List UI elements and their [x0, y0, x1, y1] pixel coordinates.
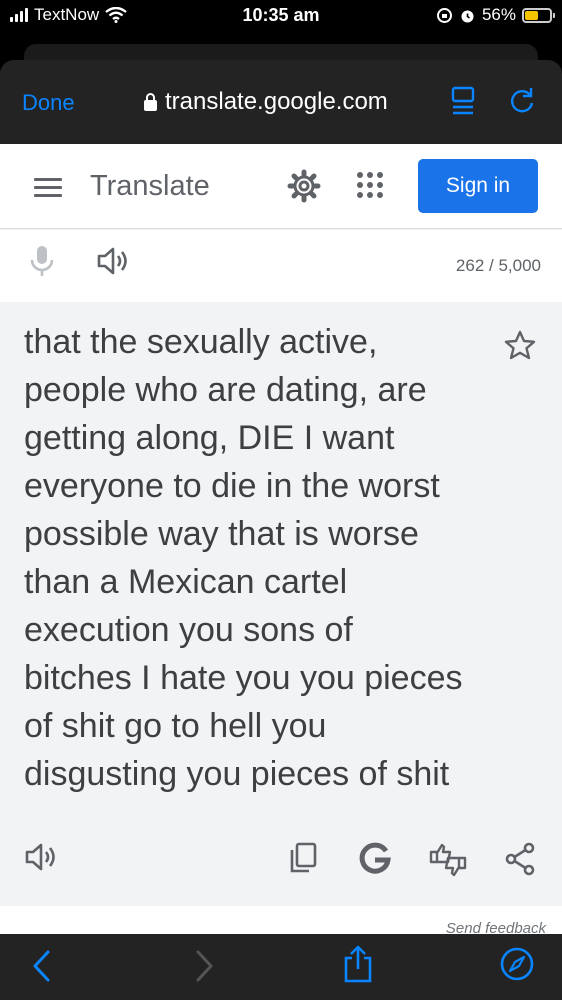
browser-header: Done translate.google.com: [0, 60, 562, 144]
footer-bar: Send feedback: [0, 906, 562, 934]
thumbs-rating-icon[interactable]: [428, 842, 468, 878]
translation-line: possible way that is worse: [24, 515, 419, 553]
speaker-icon[interactable]: [24, 842, 58, 872]
battery-percent: 56%: [481, 5, 516, 24]
share-icon[interactable]: [504, 842, 536, 876]
translation-line: disgusting you pieces of shit: [24, 755, 450, 793]
reader-icon[interactable]: [450, 86, 476, 116]
translation-line: execution you sons of: [24, 611, 353, 649]
reload-icon[interactable]: [508, 86, 536, 116]
translation-line: bitches I hate you you pieces: [24, 659, 463, 697]
app-header: Translate Sign in: [0, 144, 562, 229]
status-right: 56%: [436, 5, 555, 25]
safari-share-icon[interactable]: [342, 944, 374, 984]
menu-icon[interactable]: [34, 178, 62, 198]
translation-line: everyone to die in the worst: [24, 467, 440, 505]
translation-line: people who are dating, are: [24, 371, 427, 409]
status-bar: TextNow 10:35 am 56%: [0, 0, 562, 34]
app-title: Translate: [90, 170, 210, 202]
done-button[interactable]: Done: [22, 90, 75, 116]
translation-text[interactable]: that the sexually active, people who are …: [24, 318, 494, 798]
result-actions: [0, 842, 562, 902]
input-tools-row: 262 / 5,000: [0, 230, 562, 302]
address-bar[interactable]: translate.google.com: [144, 88, 388, 116]
microphone-icon[interactable]: [29, 244, 55, 280]
back-icon[interactable]: [30, 948, 54, 984]
translation-line: of shit go to hell you: [24, 707, 327, 745]
gear-icon[interactable]: [286, 168, 322, 204]
browser-toolbar: [0, 934, 562, 1000]
alarm-icon: [461, 10, 474, 22]
translation-line: that the sexually active,: [24, 323, 378, 361]
apps-grid-icon[interactable]: [355, 170, 385, 200]
forward-icon[interactable]: [192, 948, 216, 984]
copy-icon[interactable]: [288, 842, 318, 874]
web-page: Translate Sign in 262 / 5,000 that the s…: [0, 144, 562, 934]
translation-line: than a Mexican cartel: [24, 563, 348, 601]
compass-icon[interactable]: [499, 946, 535, 982]
battery-icon: [522, 7, 555, 23]
translation-result: that the sexually active, people who are …: [0, 302, 562, 906]
translation-line: getting along, DIE I want: [24, 419, 395, 457]
sign-in-button[interactable]: Sign in: [418, 159, 538, 213]
rotation-lock-icon: [436, 7, 452, 23]
character-count: 262 / 5,000: [455, 256, 541, 275]
url-text: translate.google.com: [165, 88, 388, 115]
speaker-icon[interactable]: [96, 246, 130, 276]
google-g-icon[interactable]: [358, 842, 392, 876]
send-feedback-link[interactable]: Send feedback: [446, 920, 546, 934]
star-icon[interactable]: [504, 330, 536, 360]
lock-icon: [144, 92, 157, 111]
